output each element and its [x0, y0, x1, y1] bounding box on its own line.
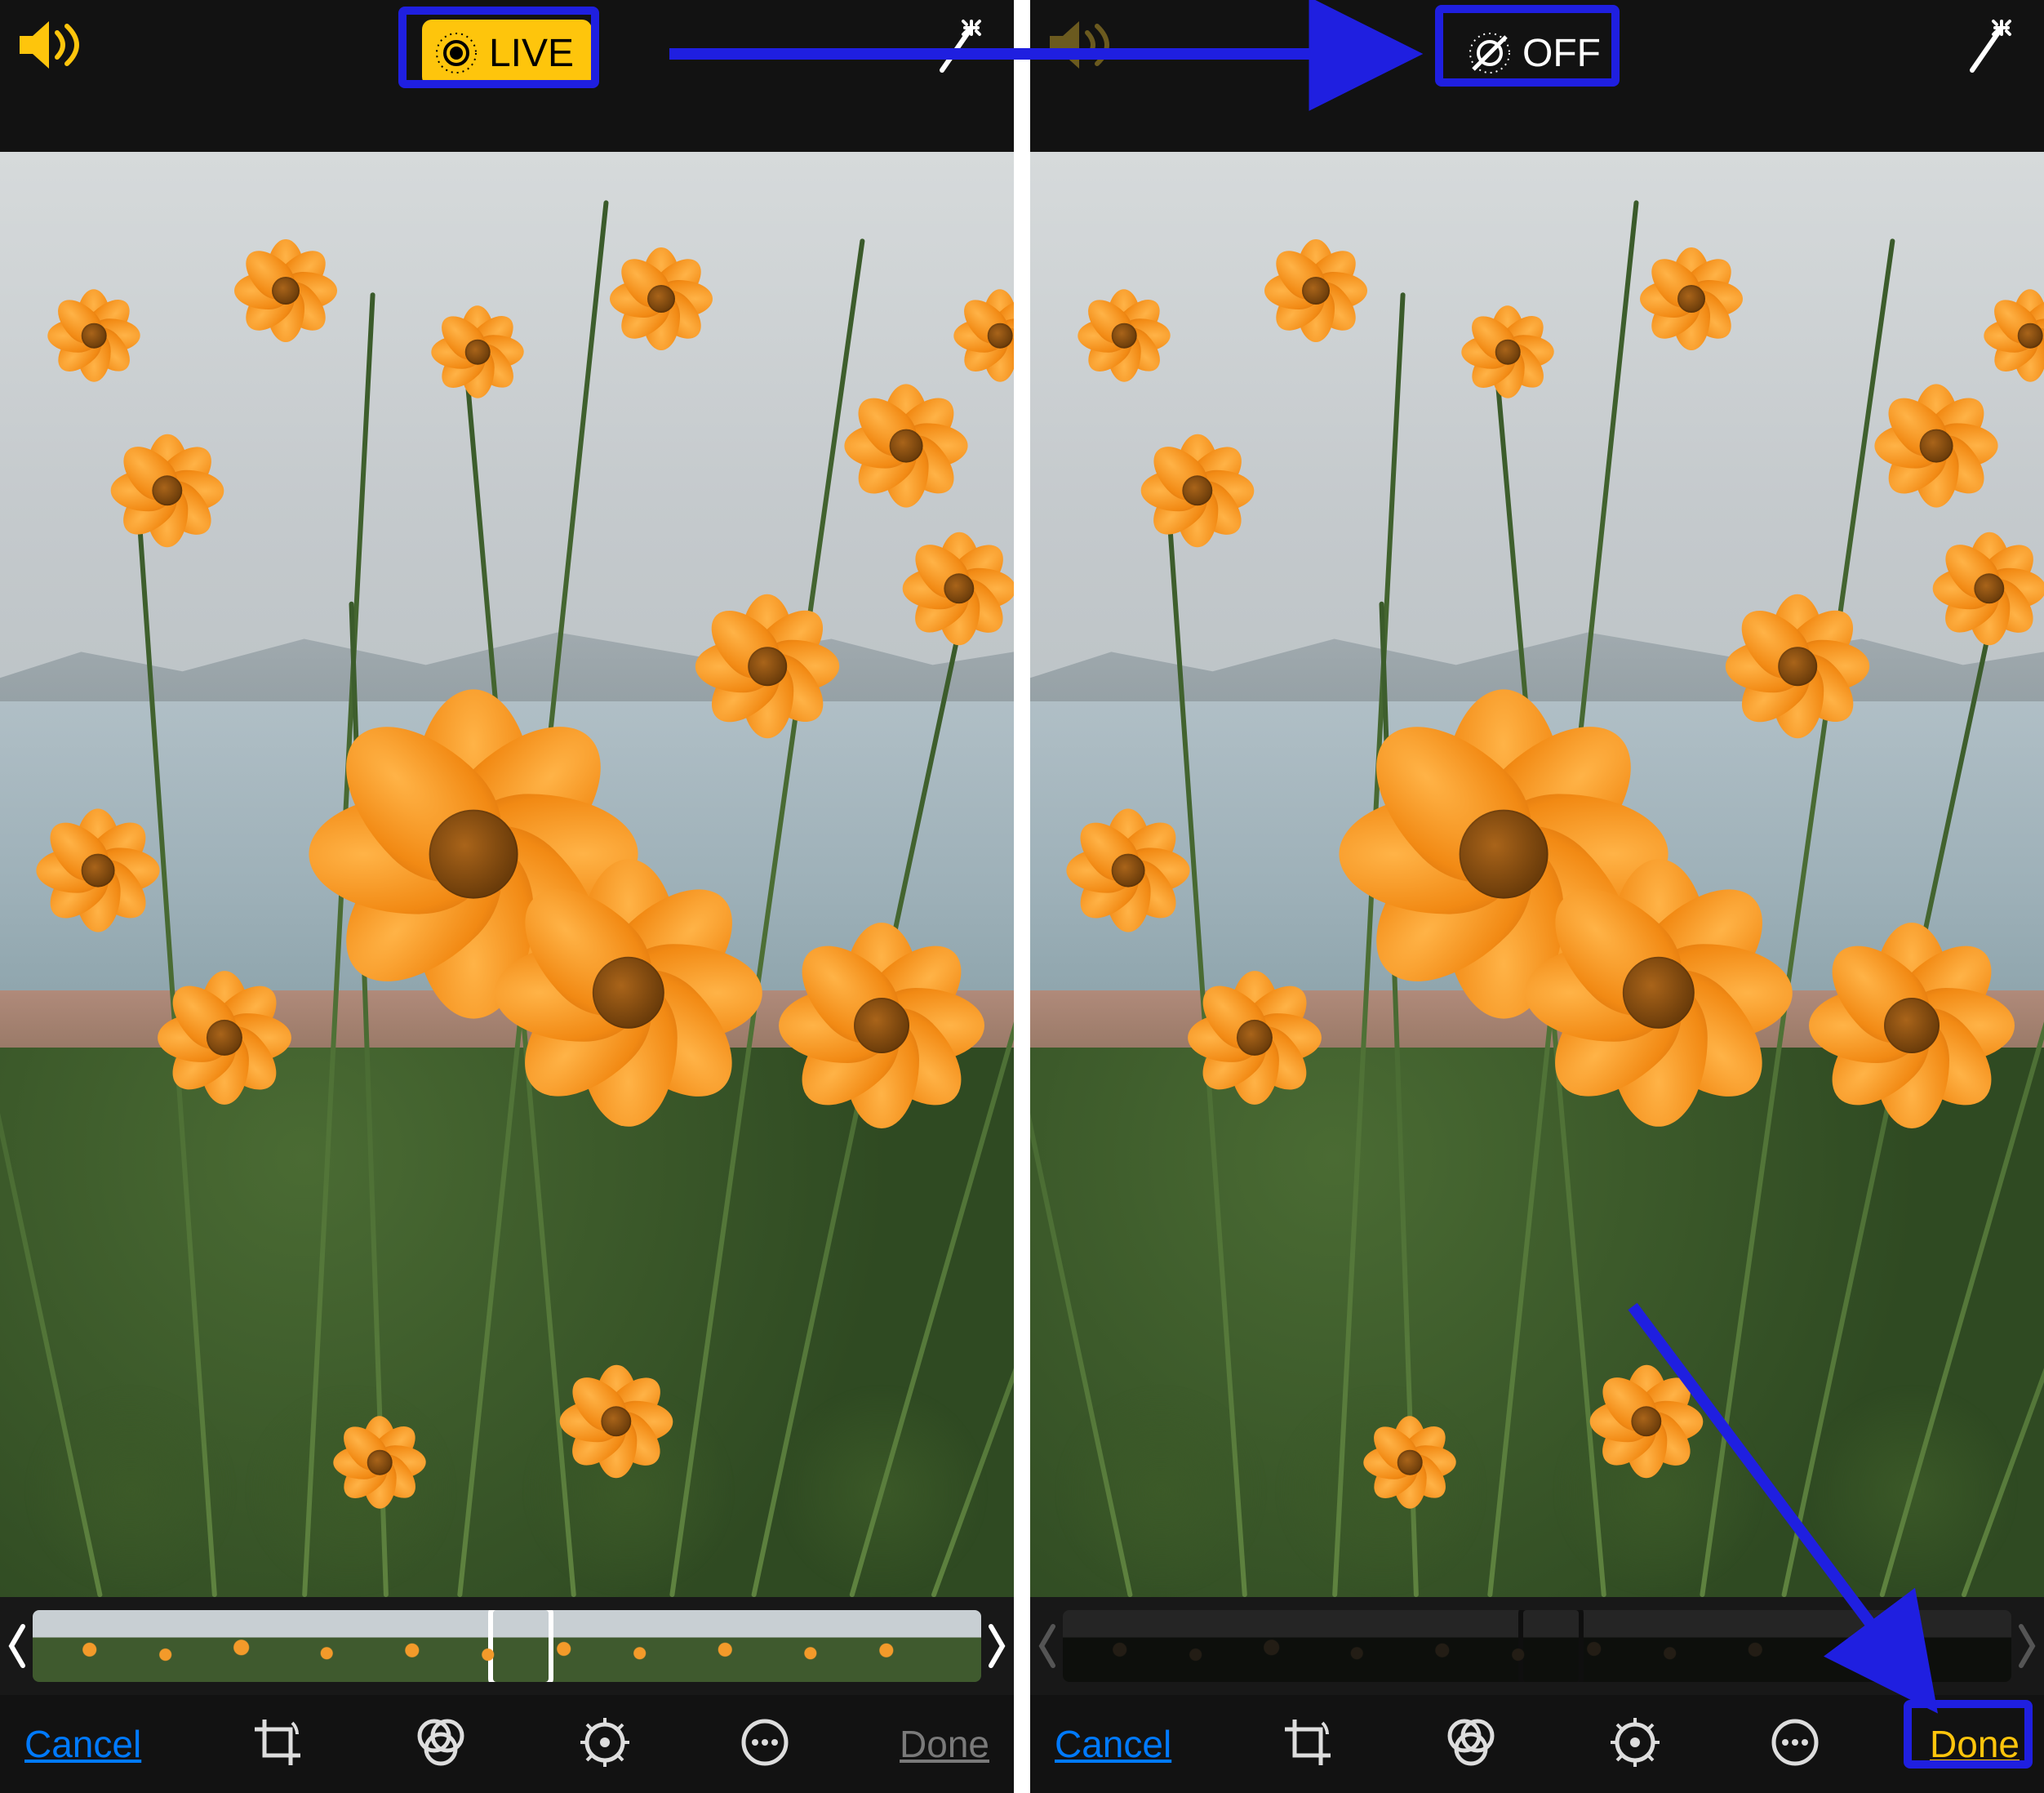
- top-bar: LIVE: [0, 0, 1014, 152]
- filmstrip-prev[interactable]: [1037, 1622, 1058, 1671]
- chevron-left-icon: [1038, 1623, 1056, 1669]
- filmstrip-next[interactable]: [986, 1622, 1007, 1671]
- keyframe-marker[interactable]: [488, 1610, 553, 1682]
- live-toggle-label: LIVE: [489, 31, 574, 76]
- chevron-right-icon: [2018, 1623, 2036, 1669]
- crop-icon: [1282, 1716, 1334, 1769]
- photo-preview[interactable]: [0, 152, 1014, 1597]
- filmstrip-strip[interactable]: [1063, 1610, 2011, 1682]
- live-photo-filmstrip[interactable]: [1030, 1597, 2044, 1695]
- speaker-icon: [1046, 16, 1120, 73]
- filmstrip-strip[interactable]: [33, 1610, 981, 1682]
- phone-screen-left: LIVE: [0, 0, 1014, 1793]
- more-button[interactable]: [740, 1718, 789, 1771]
- live-photo-toggle[interactable]: LIVE: [422, 20, 592, 87]
- crop-button[interactable]: [251, 1716, 304, 1773]
- filmstrip-next[interactable]: [2016, 1622, 2037, 1671]
- adjust-dial-icon: [579, 1716, 631, 1769]
- auto-enhance-button[interactable]: [927, 16, 984, 78]
- more-icon: [1771, 1718, 1820, 1767]
- keyframe-marker[interactable]: [1518, 1610, 1584, 1682]
- filmstrip-prev[interactable]: [7, 1622, 28, 1671]
- phone-screen-right: OFF: [1030, 0, 2044, 1793]
- live-toggle-label: OFF: [1522, 31, 1601, 76]
- live-photo-icon: [433, 30, 479, 76]
- live-photo-filmstrip[interactable]: [0, 1597, 1014, 1695]
- sound-toggle[interactable]: [1046, 16, 1120, 78]
- more-icon: [740, 1718, 789, 1767]
- adjust-button[interactable]: [579, 1716, 631, 1773]
- chevron-left-icon: [8, 1623, 26, 1669]
- done-button[interactable]: Done: [900, 1722, 989, 1766]
- cancel-button[interactable]: Cancel: [24, 1722, 141, 1766]
- filters-button[interactable]: [1443, 1716, 1499, 1773]
- comparison-stage: LIVE: [0, 0, 2044, 1793]
- crop-button[interactable]: [1282, 1716, 1334, 1773]
- filters-button[interactable]: [413, 1716, 469, 1773]
- bottom-toolbar: Cancel: [1030, 1695, 2044, 1793]
- magic-wand-icon: [927, 16, 984, 73]
- magic-wand-icon: [1957, 16, 2015, 73]
- adjust-button[interactable]: [1609, 1716, 1661, 1773]
- live-photo-off-icon: [1467, 30, 1513, 76]
- filters-icon: [413, 1716, 469, 1769]
- done-button[interactable]: Done: [1930, 1722, 2020, 1766]
- live-photo-toggle[interactable]: OFF: [1455, 20, 1619, 87]
- adjust-dial-icon: [1609, 1716, 1661, 1769]
- chevron-right-icon: [988, 1623, 1006, 1669]
- cancel-button[interactable]: Cancel: [1055, 1722, 1171, 1766]
- sound-toggle[interactable]: [16, 16, 90, 78]
- more-button[interactable]: [1771, 1718, 1820, 1771]
- filters-icon: [1443, 1716, 1499, 1769]
- speaker-icon: [16, 16, 90, 73]
- top-bar: OFF: [1030, 0, 2044, 152]
- crop-icon: [251, 1716, 304, 1769]
- photo-preview[interactable]: [1030, 152, 2044, 1597]
- bottom-toolbar: Cancel: [0, 1695, 1014, 1793]
- auto-enhance-button[interactable]: [1957, 16, 2015, 78]
